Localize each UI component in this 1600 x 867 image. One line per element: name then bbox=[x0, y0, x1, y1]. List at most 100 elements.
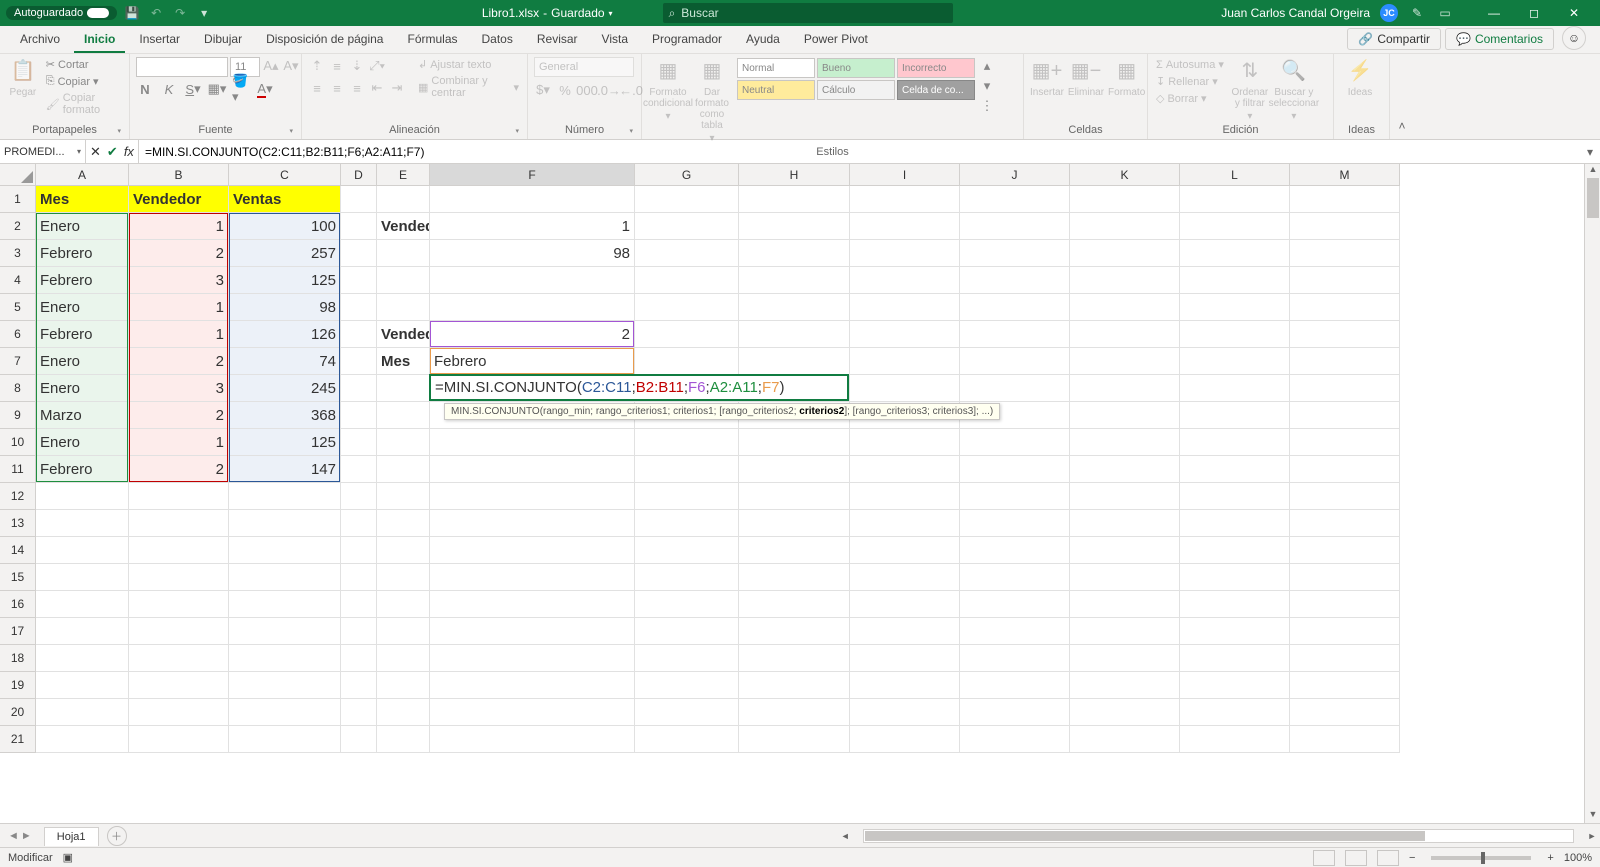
cell[interactable] bbox=[960, 537, 1070, 564]
align-bottom-icon[interactable]: ⇣ bbox=[348, 57, 366, 75]
cell[interactable] bbox=[739, 645, 850, 672]
cell[interactable] bbox=[1290, 294, 1400, 321]
cell[interactable] bbox=[377, 267, 430, 294]
cell[interactable] bbox=[341, 618, 377, 645]
cell[interactable] bbox=[635, 483, 739, 510]
cell[interactable] bbox=[960, 564, 1070, 591]
cell[interactable] bbox=[1070, 564, 1180, 591]
cell[interactable] bbox=[850, 321, 960, 348]
col-header-B[interactable]: B bbox=[129, 164, 229, 186]
cell[interactable] bbox=[960, 429, 1070, 456]
cell[interactable] bbox=[1070, 321, 1180, 348]
cell[interactable] bbox=[341, 699, 377, 726]
cell[interactable] bbox=[341, 537, 377, 564]
cell[interactable] bbox=[430, 456, 635, 483]
autosum-button[interactable]: Σ Autosuma ▾ bbox=[1154, 57, 1226, 72]
cell[interactable] bbox=[850, 348, 960, 375]
cell[interactable] bbox=[1180, 240, 1290, 267]
cell[interactable] bbox=[635, 240, 739, 267]
cell[interactable] bbox=[36, 510, 129, 537]
row-header-10[interactable]: 10 bbox=[0, 429, 36, 456]
cell[interactable] bbox=[635, 348, 739, 375]
zoom-slider[interactable] bbox=[1431, 856, 1531, 860]
cell[interactable] bbox=[229, 726, 341, 753]
number-format-combo[interactable]: General bbox=[534, 57, 634, 77]
cell[interactable] bbox=[850, 726, 960, 753]
cell[interactable] bbox=[1070, 294, 1180, 321]
cell[interactable] bbox=[850, 240, 960, 267]
cell[interactable] bbox=[1180, 456, 1290, 483]
row-header-2[interactable]: 2 bbox=[0, 213, 36, 240]
bold-icon[interactable]: N bbox=[136, 80, 154, 98]
cell[interactable] bbox=[635, 672, 739, 699]
view-layout-button[interactable] bbox=[1345, 850, 1367, 866]
cell[interactable] bbox=[341, 294, 377, 321]
cell[interactable] bbox=[1070, 429, 1180, 456]
cell[interactable] bbox=[430, 186, 635, 213]
inc-decimal-icon[interactable]: .0→ bbox=[600, 81, 618, 99]
cell[interactable] bbox=[377, 591, 430, 618]
cell[interactable]: Febrero bbox=[430, 348, 635, 375]
style-calc[interactable]: Cálculo bbox=[817, 80, 895, 100]
tab-insertar[interactable]: Insertar bbox=[129, 26, 190, 53]
cell[interactable] bbox=[36, 564, 129, 591]
cell[interactable] bbox=[36, 537, 129, 564]
cell[interactable] bbox=[1290, 726, 1400, 753]
cell[interactable] bbox=[850, 456, 960, 483]
cell[interactable] bbox=[430, 375, 635, 402]
cell[interactable] bbox=[229, 672, 341, 699]
vertical-scrollbar[interactable]: ▲ ▼ bbox=[1584, 164, 1600, 823]
cell[interactable] bbox=[739, 456, 850, 483]
cell[interactable] bbox=[229, 564, 341, 591]
cell[interactable] bbox=[1290, 645, 1400, 672]
cell[interactable] bbox=[850, 699, 960, 726]
cell[interactable]: Febrero bbox=[36, 321, 129, 348]
cell[interactable] bbox=[635, 456, 739, 483]
cell[interactable] bbox=[129, 645, 229, 672]
add-sheet-button[interactable]: ＋ bbox=[107, 826, 127, 846]
merge-center-button[interactable]: ▦ Combinar y centrar ▾ bbox=[416, 74, 521, 100]
cell[interactable] bbox=[1180, 726, 1290, 753]
cell[interactable]: Febrero bbox=[36, 456, 129, 483]
cell[interactable] bbox=[635, 537, 739, 564]
ideas-button[interactable]: ⚡Ideas bbox=[1340, 57, 1380, 98]
decrease-indent-icon[interactable]: ⇤ bbox=[368, 79, 386, 97]
cell[interactable] bbox=[341, 375, 377, 402]
tab-power-pivot[interactable]: Power Pivot bbox=[794, 26, 878, 53]
cell[interactable] bbox=[960, 645, 1070, 672]
autosave-toggle[interactable]: Autoguardado bbox=[6, 6, 117, 20]
cell[interactable]: 126 bbox=[229, 321, 341, 348]
view-normal-button[interactable] bbox=[1313, 850, 1335, 866]
cell[interactable] bbox=[960, 483, 1070, 510]
cell[interactable] bbox=[341, 591, 377, 618]
cell[interactable] bbox=[1180, 618, 1290, 645]
cell[interactable] bbox=[850, 186, 960, 213]
cell[interactable] bbox=[739, 429, 850, 456]
cell[interactable]: 1 bbox=[129, 294, 229, 321]
cell[interactable]: 1 bbox=[129, 429, 229, 456]
cell[interactable]: Vendedor bbox=[377, 321, 430, 348]
cell[interactable]: Vendedor bbox=[129, 186, 229, 213]
zoom-out-button[interactable]: − bbox=[1409, 852, 1415, 864]
redo-icon[interactable]: ↷ bbox=[171, 4, 189, 22]
cell[interactable] bbox=[1070, 537, 1180, 564]
row-header-17[interactable]: 17 bbox=[0, 618, 36, 645]
cell[interactable] bbox=[1180, 348, 1290, 375]
cell[interactable] bbox=[430, 699, 635, 726]
cell[interactable] bbox=[377, 645, 430, 672]
grow-font-icon[interactable]: A▴ bbox=[262, 57, 280, 75]
insert-cells-button[interactable]: ▦+Insertar bbox=[1030, 57, 1064, 98]
cell[interactable] bbox=[739, 348, 850, 375]
cell[interactable]: 98 bbox=[229, 294, 341, 321]
cell[interactable] bbox=[635, 267, 739, 294]
cell[interactable] bbox=[341, 267, 377, 294]
cell[interactable] bbox=[36, 699, 129, 726]
cell[interactable] bbox=[1180, 186, 1290, 213]
comments-button[interactable]: 💬 Comentarios bbox=[1445, 28, 1554, 50]
cell[interactable] bbox=[635, 645, 739, 672]
cell[interactable] bbox=[377, 240, 430, 267]
align-right-icon[interactable]: ≡ bbox=[348, 79, 366, 97]
cell[interactable] bbox=[1070, 483, 1180, 510]
style-good[interactable]: Bueno bbox=[817, 58, 895, 78]
cell[interactable] bbox=[377, 456, 430, 483]
